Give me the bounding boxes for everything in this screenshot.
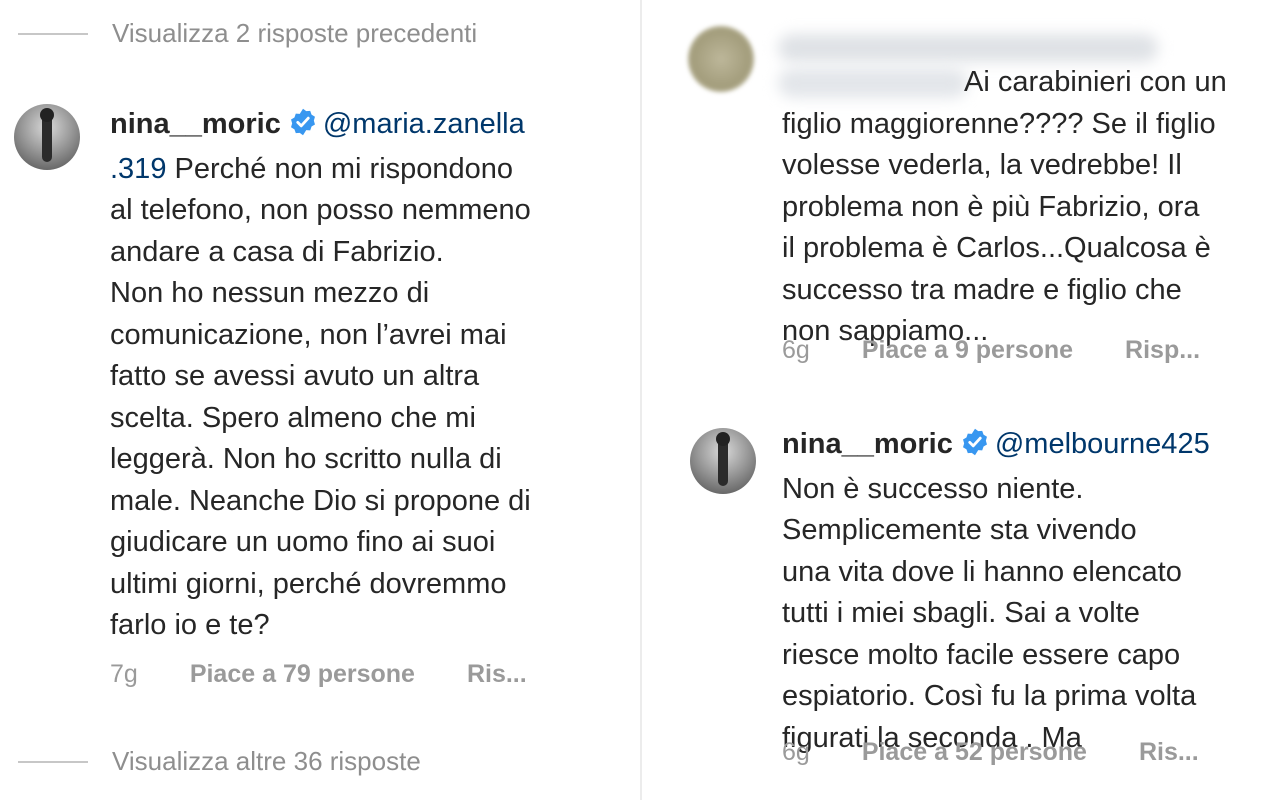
comment-text-line: il problema è Carlos...Qualcosa è [782, 232, 1211, 264]
likes-count-button[interactable]: Piace a 79 persone [190, 660, 415, 689]
comment-text-line: giudicare un uomo fino ai suoi [110, 526, 496, 558]
comment-timestamp: 6g [782, 336, 810, 364]
likes-count-button[interactable]: Piace a 52 persone [862, 738, 1087, 767]
mention-link[interactable]: @maria.zanella [323, 108, 525, 140]
view-more-replies-label: Visualizza altre 36 risposte [112, 746, 421, 776]
comment-text-line: male. Neanche Dio si propone di [110, 484, 531, 517]
comment-text-line: leggerà. Non ho scritto nulla di [110, 443, 502, 475]
mention-link-continuation[interactable]: .319 [110, 153, 166, 185]
view-more-replies-button[interactable]: Visualizza altre 36 risposte [18, 746, 421, 777]
comment-text-line: comunicazione, non l’avrei mai [110, 318, 507, 351]
comment-text-line: tutti i miei sbagli. Sai a volte [782, 597, 1140, 629]
reply-button[interactable]: Risp... [1125, 336, 1200, 365]
reply-button[interactable]: Ris... [1139, 738, 1199, 767]
left-comment-panel: Visualizza 2 risposte precedenti nina__m… [0, 0, 640, 800]
avatar[interactable] [14, 104, 80, 170]
comment-text-line: al telefono, non posso nemmeno [110, 194, 531, 226]
verified-badge-icon [961, 427, 989, 469]
comment-text-line: volesse vederla, la vedrebbe! Il [782, 149, 1182, 181]
comment-text-line: Ai carabinieri con un [964, 66, 1227, 98]
comment-text-line: Non è successo niente. [782, 472, 1084, 505]
comment-timestamp: 6g [782, 738, 810, 766]
comment-text-line: successo tra madre e figlio che [782, 273, 1182, 306]
view-previous-replies-button[interactable]: Visualizza 2 risposte precedenti [18, 18, 477, 49]
comment-body: nina__moric @maria.zanella .319 Perché no… [110, 104, 531, 647]
reply-button[interactable]: Ris... [467, 660, 527, 689]
comment-text-line: riesce molto facile essere capo [782, 638, 1181, 671]
view-previous-replies-label: Visualizza 2 risposte precedenti [112, 18, 478, 48]
comment-username[interactable]: nina__moric [782, 428, 953, 460]
comment-text-line: figlio maggiorenne???? Se il figlio [782, 107, 1216, 140]
divider-line [18, 760, 88, 763]
blurred-avatar[interactable] [688, 26, 754, 92]
avatar[interactable] [690, 428, 756, 494]
likes-count-button[interactable]: Piace a 9 persone [862, 336, 1073, 365]
verified-badge-icon [289, 107, 317, 149]
comment-text-line: fatto se avessi avuto un altra [110, 360, 480, 392]
comment-text-line: farlo io e te? [110, 609, 270, 641]
comment-text-line: Semplicemente sta vivendo [782, 514, 1137, 546]
comment-text-line: espiatorio. Così fu la prima volta [782, 680, 1197, 712]
comment-meta: 6g Piace a 9 persone Risp... [782, 336, 1200, 365]
comment-text-line: problema non è più Fabrizio, ora [782, 190, 1200, 223]
mention-link[interactable]: @melbourne425 [995, 428, 1210, 460]
comment-text: Perché non mi rispondono [166, 152, 514, 185]
comment-text-line: andare a casa di Fabrizio. [110, 235, 444, 268]
comment-timestamp: 7g [110, 660, 138, 688]
right-comment-panel: Ai carabinieri con un figlio maggiorenne… [640, 0, 1280, 800]
comment-text-line: scelta. Spero almeno che mi [110, 401, 476, 434]
comment-body: nina__moric @melbourne425 Non è successo … [782, 424, 1210, 759]
comment-body: Ai carabinieri con un figlio maggiorenne… [782, 62, 1227, 353]
comment-text-line: ultimi giorni, perché dovremmo [110, 567, 507, 600]
comment-text-line: Non ho nessun mezzo di [110, 277, 430, 309]
comment-meta: 7g Piace a 79 persone Ris... [110, 660, 527, 689]
comment-meta: 6g Piace a 52 persone Ris... [782, 738, 1199, 767]
blurred-username [778, 34, 1158, 62]
comment-username[interactable]: nina__moric [110, 108, 281, 140]
comment-text-line: una vita dove li hanno elencato [782, 555, 1182, 588]
divider-line [18, 32, 88, 35]
